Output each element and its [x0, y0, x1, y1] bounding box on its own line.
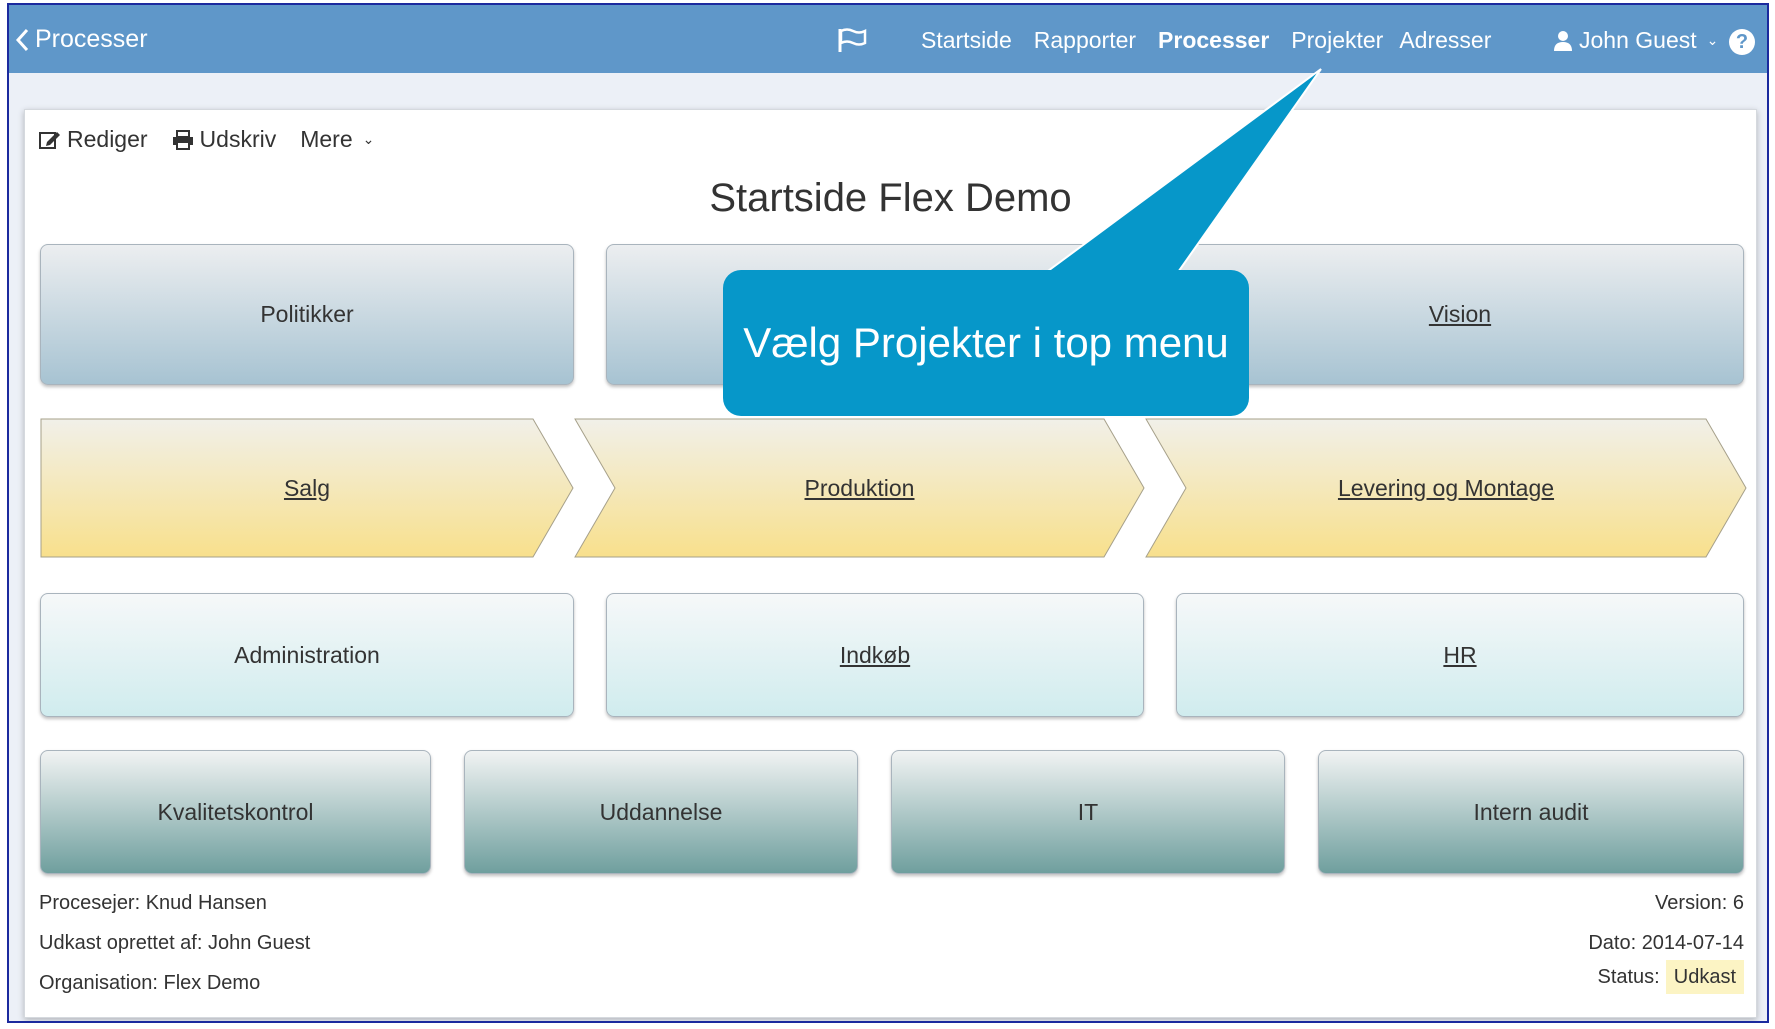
print-label: Udskriv — [199, 126, 277, 152]
nav-item-rapporter[interactable]: Rapporter — [1034, 27, 1136, 54]
organisation: Organisation: Flex Demo — [39, 972, 261, 994]
page-title: Startside Flex Demo — [709, 176, 1072, 220]
chevron-left-icon — [15, 28, 29, 51]
callout-text: Vælg Projekter i top menu — [743, 319, 1229, 366]
back-label: Processer — [35, 25, 148, 53]
tile-label: Kvalitetskontrol — [157, 798, 314, 825]
status-label: Status: — [1597, 966, 1660, 988]
page-toolbar: Rediger Udskriv Mere ⌄ — [39, 126, 374, 153]
status-badge: Udkast — [1665, 960, 1744, 994]
tile-it[interactable]: IT — [891, 750, 1285, 874]
nav-item-processer[interactable]: Processer — [1158, 27, 1269, 54]
nav-item-projekter[interactable]: Projekter — [1291, 27, 1383, 54]
print-button[interactable]: Udskriv — [172, 126, 277, 153]
tile-label: HR — [1443, 641, 1477, 668]
chevron-down-icon: ⌄ — [362, 131, 375, 147]
tile-hr[interactable]: HR — [1176, 593, 1744, 717]
callout-bubble: Vælg Projekter i top menu — [723, 270, 1249, 416]
version: Version: 6 — [1655, 892, 1744, 914]
process-arrow-salg[interactable]: Salg — [40, 418, 574, 558]
nav-item-adresser[interactable]: Adresser — [1399, 27, 1491, 54]
tile-indkob[interactable]: Indkøb — [606, 593, 1144, 717]
status: Status: Udkast — [1597, 960, 1744, 994]
tile-label: IT — [1077, 798, 1099, 825]
user-icon — [1554, 30, 1572, 51]
process-label: Produktion — [804, 474, 915, 501]
tile-label: Administration — [234, 641, 380, 668]
print-icon — [172, 129, 193, 150]
top-navbar: Processer Startside Rapporter Processer … — [9, 5, 1767, 73]
tile-vision[interactable]: Vision — [1176, 244, 1744, 385]
more-label: Mere — [300, 126, 353, 152]
tile-label: Vision — [1428, 301, 1492, 327]
tile-kvalitetskontrol[interactable]: Kvalitetskontrol — [40, 750, 431, 874]
tile-label: Indkøb — [839, 641, 911, 668]
process-owner: Procesejer: Knud Hansen — [39, 892, 267, 914]
tile-intern-audit[interactable]: Intern audit — [1318, 750, 1744, 874]
chevron-down-icon: ⌄ — [1706, 32, 1719, 48]
main-nav: Startside Rapporter Processer Projekter … — [921, 27, 1491, 54]
tile-uddannelse[interactable]: Uddannelse — [464, 750, 858, 874]
user-name: John Guest — [1579, 27, 1697, 53]
help-icon[interactable]: ? — [1729, 29, 1755, 55]
process-arrow-produktion[interactable]: Produktion — [574, 418, 1145, 558]
edit-button[interactable]: Rediger — [39, 126, 148, 153]
nav-item-startside[interactable]: Startside — [921, 27, 1012, 54]
app-window: Processer Startside Rapporter Processer … — [7, 3, 1769, 1023]
more-dropdown[interactable]: Mere ⌄ — [300, 126, 374, 153]
tile-administration[interactable]: Administration — [40, 593, 574, 717]
edit-label: Rediger — [67, 126, 148, 152]
flag-icon[interactable] — [837, 27, 869, 53]
edit-icon — [39, 131, 60, 149]
tile-politikker[interactable]: Politikker — [40, 244, 574, 385]
tile-label: Uddannelse — [599, 798, 723, 825]
tile-label: Politikker — [260, 301, 354, 327]
content-panel: Rediger Udskriv Mere ⌄ Startside Flex De… — [24, 109, 1757, 1018]
process-label: Levering og Montage — [1337, 474, 1555, 501]
process-arrow-levering[interactable]: Levering og Montage — [1145, 418, 1747, 558]
tile-label: Intern audit — [1473, 798, 1589, 825]
process-label: Salg — [283, 474, 331, 501]
draft-created-by: Udkast oprettet af: John Guest — [39, 932, 311, 954]
user-menu[interactable]: John Guest ⌄ — [1553, 27, 1718, 54]
date: Dato: 2014-07-14 — [1588, 932, 1744, 954]
back-link[interactable]: Processer — [15, 25, 148, 54]
